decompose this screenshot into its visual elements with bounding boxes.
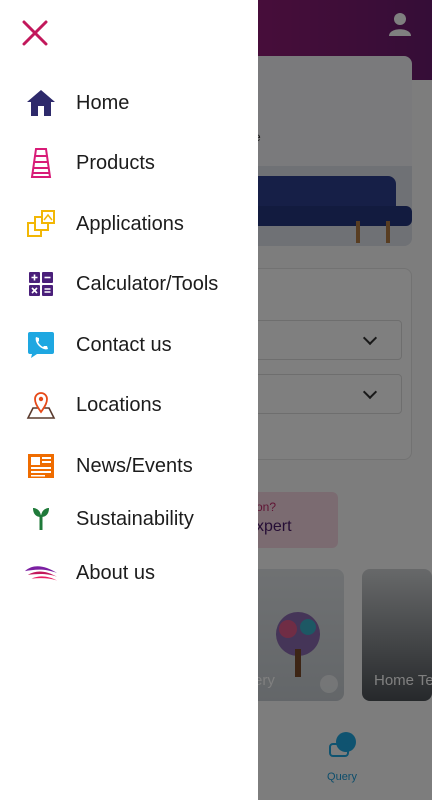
- nav-item-applications[interactable]: Applications: [0, 200, 258, 248]
- home-icon: [24, 86, 58, 120]
- calculator-icon: [24, 267, 58, 301]
- newspaper-icon: [24, 449, 58, 483]
- nav-item-locations[interactable]: Locations: [0, 381, 258, 429]
- nav-item-news-events[interactable]: News/Events: [0, 442, 258, 490]
- nav-item-about-us[interactable]: About us: [0, 549, 258, 597]
- nav-label-products: Products: [76, 151, 155, 174]
- nav-label-about-us: About us: [76, 561, 155, 584]
- nav-label-calculator-tools: Calculator/Tools: [76, 272, 219, 295]
- close-icon: [22, 20, 48, 46]
- sprout-icon: [24, 502, 58, 536]
- nav-label-home: Home: [76, 91, 130, 114]
- close-button[interactable]: [18, 16, 52, 50]
- nav-item-sustainability[interactable]: Sustainability: [0, 495, 258, 543]
- spool-icon: [24, 146, 58, 180]
- nav-label-locations: Locations: [76, 393, 162, 416]
- nav-item-contact-us[interactable]: Contact us: [0, 321, 258, 369]
- phone-chat-icon: [24, 328, 58, 362]
- nav-label-applications: Applications: [76, 212, 184, 235]
- nav-label-contact-us: Contact us: [76, 333, 172, 356]
- applications-icon: [24, 207, 58, 241]
- nav-label-news-events: News/Events: [76, 454, 193, 477]
- brand-swoosh-icon: [24, 556, 58, 590]
- nav-item-products[interactable]: Products: [0, 139, 258, 187]
- nav-item-home[interactable]: Home: [0, 79, 258, 127]
- nav-item-calculator-tools[interactable]: Calculator/Tools: [0, 260, 258, 308]
- nav-label-sustainability: Sustainability: [76, 507, 194, 530]
- map-pin-icon: [24, 388, 58, 422]
- navigation-drawer: Home Products Applications Calculator/To…: [0, 0, 258, 800]
